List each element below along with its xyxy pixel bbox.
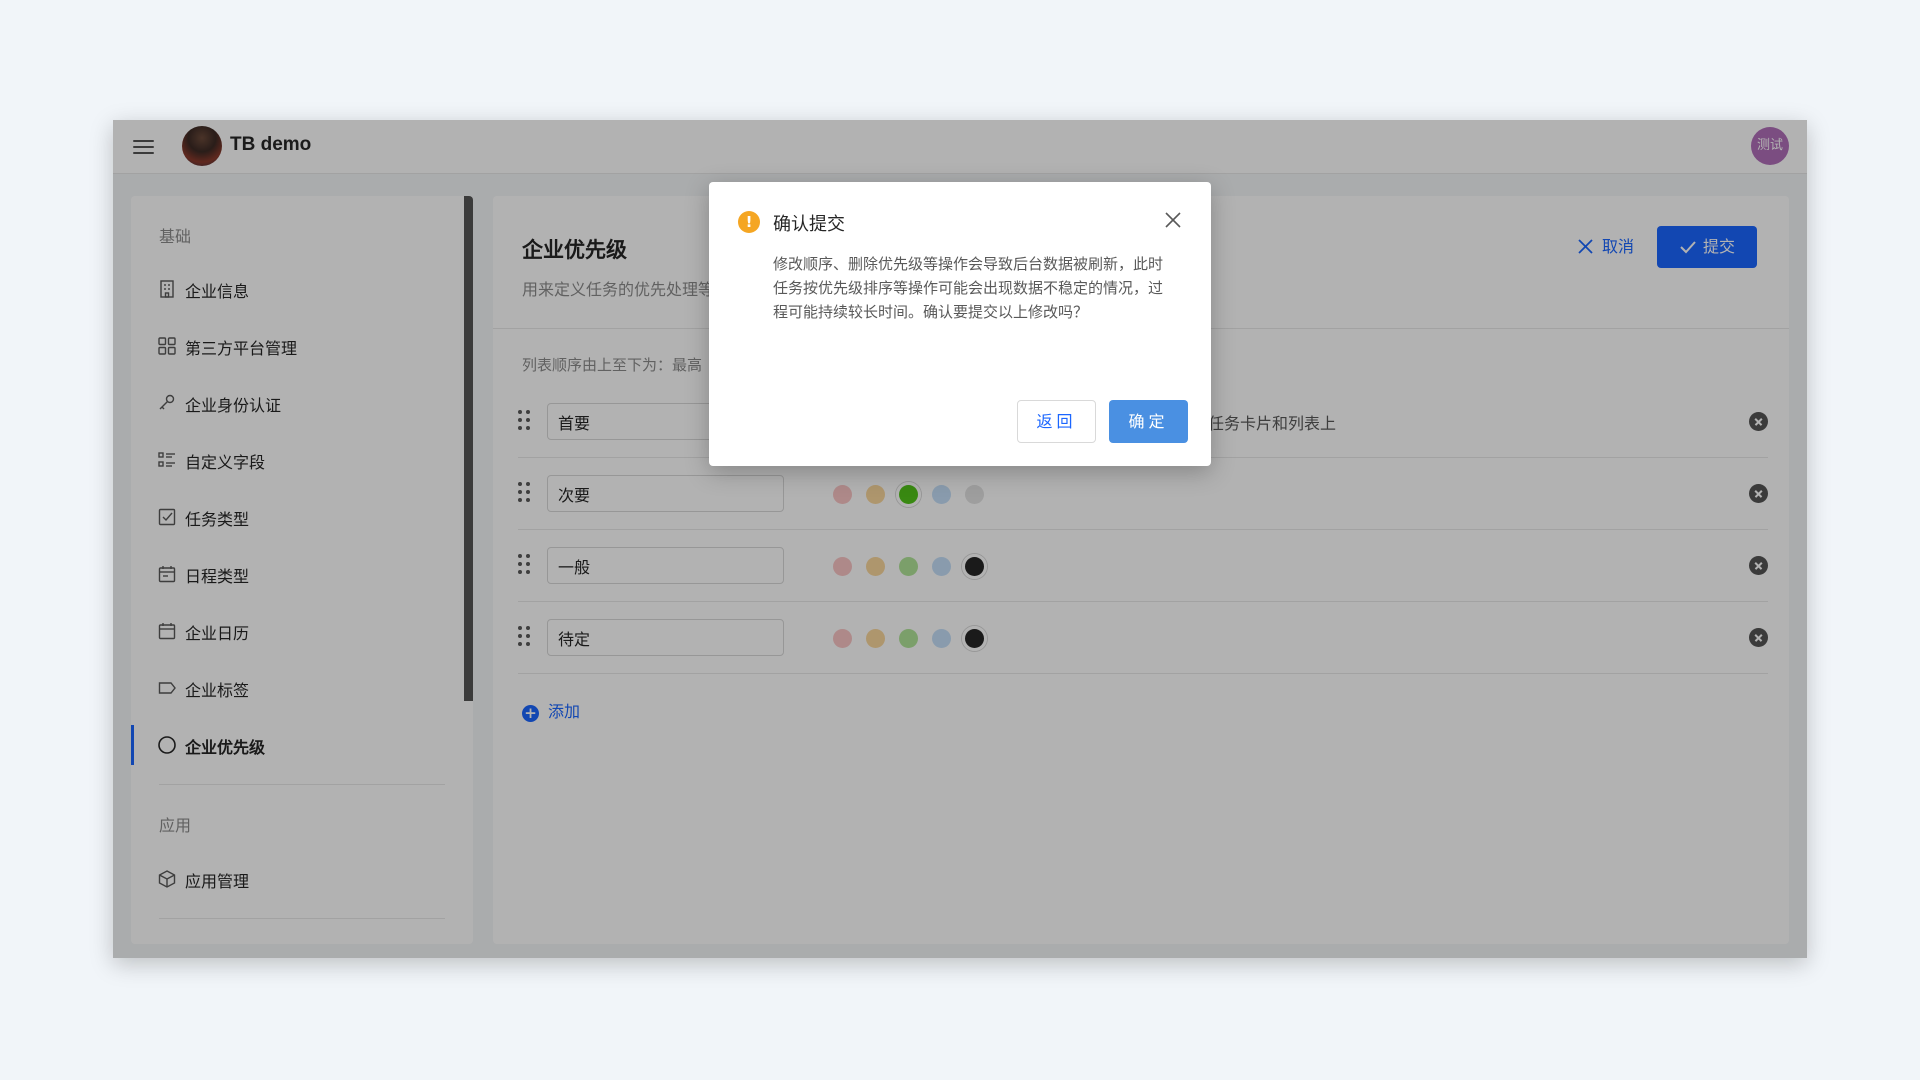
dialog-message: 修改顺序、删除优先级等操作会导致后台数据被刷新，此时任务按优先级排序等操作可能会…	[773, 255, 1164, 321]
confirm-submit-dialog: ! 确认提交 修改顺序、删除优先级等操作会导致后台数据被刷新，此时任务按优先级排…	[709, 182, 1211, 466]
dialog-title: 确认提交	[773, 214, 845, 235]
warning-icon: !	[738, 211, 760, 233]
back-button[interactable]: 返回	[1017, 400, 1096, 443]
close-icon[interactable]	[1163, 210, 1183, 230]
confirm-button[interactable]: 确定	[1109, 400, 1188, 443]
